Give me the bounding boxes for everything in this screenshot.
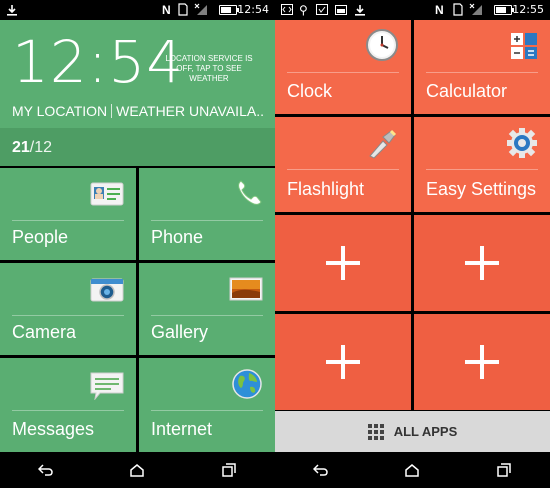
home-icon	[405, 463, 420, 477]
add-shortcut-tile[interactable]	[414, 215, 550, 311]
tile-easy-settings[interactable]: Easy Settings	[414, 117, 550, 212]
back-icon	[312, 464, 328, 476]
sim-icon	[453, 3, 463, 16]
weather-label: WEATHER UNAVAILA..	[116, 103, 264, 119]
download-icon	[6, 3, 18, 16]
nav-bar	[275, 452, 550, 488]
plus-icon	[326, 246, 360, 280]
add-shortcut-tile[interactable]	[275, 215, 411, 311]
nfc-icon: N	[435, 2, 444, 17]
tile-phone-label: Phone	[151, 227, 204, 247]
tile-calculator-label: Calculator	[426, 81, 508, 101]
tile-calculator[interactable]: Calculator	[414, 20, 550, 114]
tile-internet[interactable]: Internet	[139, 358, 275, 452]
globe-icon	[231, 368, 263, 405]
tile-flashlight-label: Flashlight	[287, 179, 365, 199]
code-icon	[281, 3, 293, 16]
status-time: 12:55	[512, 3, 544, 16]
location-service-message[interactable]: LOCATION SERVICE IS OFF, TAP TO SEE WEAT…	[159, 54, 259, 84]
no-signal-icon	[194, 3, 208, 16]
image-icon	[335, 3, 347, 16]
nfc-icon: N	[162, 2, 171, 17]
gallery-icon	[229, 277, 263, 306]
gear-icon	[506, 127, 538, 164]
location-weather-line: MY LOCATION WEATHER UNAVAILA..	[12, 103, 264, 119]
camera-icon	[90, 277, 124, 308]
clock-icon	[365, 28, 399, 67]
tile-gallery-label: Gallery	[151, 322, 209, 342]
status-bar: N 12:54	[0, 0, 275, 20]
phone-icon	[235, 178, 263, 213]
download-icon	[354, 3, 366, 16]
date-bar: 21/12	[0, 128, 275, 166]
sim-icon	[178, 3, 188, 16]
tile-people-label: People	[12, 227, 69, 247]
date-label: 21/12	[12, 139, 53, 156]
tile-clock[interactable]: Clock	[275, 20, 411, 114]
clock-widget[interactable]: 12:54 LOCATION SERVICE IS OFF, TAP TO SE…	[0, 20, 275, 128]
all-apps-button[interactable]: ALL APPS	[275, 411, 550, 452]
tile-camera-label: Camera	[12, 322, 77, 342]
app-grid-icon	[367, 423, 384, 440]
battery-icon	[494, 5, 514, 15]
add-shortcut-tile[interactable]	[275, 314, 411, 410]
check-box-icon	[316, 3, 328, 16]
tile-internet-label: Internet	[151, 419, 213, 439]
right-screen: ⚲ N 12:55 Clock Calculator Flashlight Ea…	[275, 0, 550, 488]
my-location-label: MY LOCATION	[12, 103, 108, 119]
usb-icon: ⚲	[299, 2, 308, 17]
tile-clock-label: Clock	[287, 81, 333, 101]
recents-icon	[222, 463, 236, 477]
plus-icon	[326, 345, 360, 379]
plus-icon	[465, 345, 499, 379]
tile-camera[interactable]: Camera	[0, 263, 136, 355]
tile-easy-settings-label: Easy Settings	[426, 179, 537, 199]
status-bar-right: ⚲ N 12:55	[275, 0, 550, 20]
messages-icon	[90, 372, 124, 405]
all-apps-label: ALL APPS	[393, 424, 458, 439]
home-button[interactable]	[397, 455, 427, 485]
back-button[interactable]	[306, 455, 336, 485]
flashlight-icon	[367, 127, 397, 164]
status-time: 12:54	[237, 3, 269, 16]
recents-button[interactable]	[489, 455, 519, 485]
no-signal-icon	[469, 3, 483, 16]
recents-button[interactable]	[214, 455, 244, 485]
contact-card-icon	[90, 182, 124, 211]
tile-people[interactable]: People	[0, 168, 136, 260]
recents-icon	[497, 463, 511, 477]
plus-icon	[465, 246, 499, 280]
tile-messages[interactable]: Messages	[0, 358, 136, 452]
tile-messages-label: Messages	[12, 419, 95, 439]
tile-flashlight[interactable]: Flashlight	[275, 117, 411, 212]
home-button[interactable]	[122, 455, 152, 485]
back-button[interactable]	[31, 455, 61, 485]
left-screen: N 12:54 12:54 LOCATION SERVICE IS OFF, T…	[0, 0, 275, 488]
home-icon	[130, 463, 145, 477]
tile-gallery[interactable]: Gallery	[139, 263, 275, 355]
back-icon	[37, 464, 53, 476]
add-shortcut-tile[interactable]	[414, 314, 550, 410]
tile-phone[interactable]: Phone	[139, 168, 275, 260]
nav-bar	[0, 452, 275, 488]
calculator-icon	[510, 32, 538, 65]
battery-icon	[219, 5, 239, 15]
